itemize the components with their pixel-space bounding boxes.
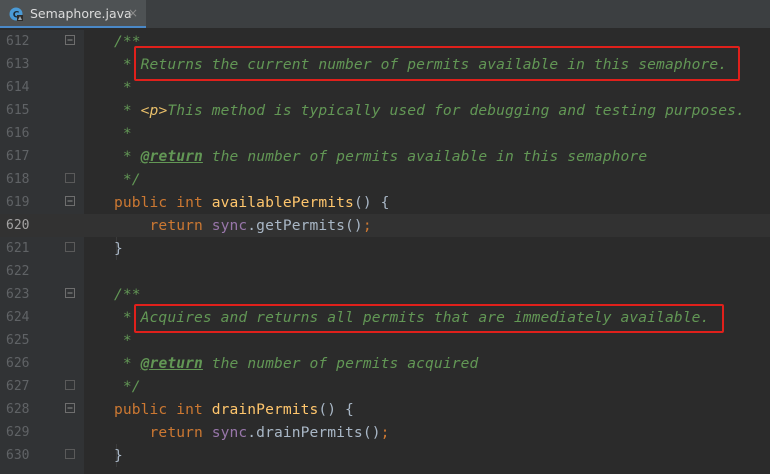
code-text: * @return the number of permits acquired [114, 355, 478, 372]
code-token: public int [114, 401, 212, 418]
code-token: availablePermits [211, 194, 354, 211]
code-token: the number of permits available in this … [202, 148, 648, 165]
line-number: 625 [6, 333, 30, 348]
highlight-box-624 [134, 304, 724, 333]
line-number: 626 [6, 356, 30, 371]
code-text: */ [114, 171, 141, 188]
fold-open-icon[interactable] [65, 35, 75, 45]
code-text: * [114, 79, 132, 96]
code-token: * [114, 125, 132, 142]
fold-open-icon[interactable] [65, 403, 75, 413]
line-number: 619 [6, 195, 30, 210]
code-token: * [114, 355, 141, 372]
code-text: public int drainPermits() { [114, 401, 354, 418]
line-number: 618 [6, 172, 30, 187]
code-token: * [114, 79, 132, 96]
code-text: */ [114, 378, 141, 395]
code-token: @return [140, 148, 203, 165]
fold-open-icon[interactable] [65, 288, 75, 298]
code-text: } [114, 240, 123, 257]
java-class-icon: C [9, 7, 23, 21]
line-number: 622 [6, 264, 30, 279]
code-token: * [114, 148, 141, 165]
code-token: */ [114, 378, 141, 395]
code-token: .drainPermits() [247, 424, 381, 441]
line-number: 616 [6, 126, 30, 141]
code-token: sync [211, 424, 248, 441]
code-line[interactable]: 621} [0, 237, 770, 260]
code-token: sync [211, 217, 248, 234]
close-icon[interactable]: × [128, 6, 138, 20]
line-number: 624 [6, 310, 30, 325]
fold-open-icon[interactable] [65, 196, 75, 206]
highlight-box-613 [134, 46, 740, 81]
line-number: 629 [6, 425, 30, 440]
code-token: ; [380, 424, 390, 441]
code-line[interactable]: 623 /** [0, 283, 770, 306]
code-token: drainPermits [211, 401, 319, 418]
code-line[interactable]: 628 public int drainPermits() { [0, 398, 770, 421]
code-text: } [114, 447, 123, 464]
line-number: 614 [6, 80, 30, 95]
code-token: * [114, 102, 141, 119]
code-text: return sync.drainPermits(); [114, 424, 390, 441]
code-token: */ [114, 171, 141, 188]
fold-end-icon[interactable] [65, 242, 75, 252]
line-number: 630 [6, 448, 30, 463]
code-token: () { [318, 401, 354, 418]
code-line[interactable]: 630} [0, 444, 770, 467]
line-number: 627 [6, 379, 30, 394]
code-text: * <p>This method is typically used for d… [114, 102, 745, 119]
code-token: public int [114, 194, 212, 211]
code-line[interactable]: 617 * @return the number of permits avai… [0, 145, 770, 168]
editor-tab-bar: C Semaphore.java × [0, 0, 770, 28]
code-line[interactable]: 618 */ [0, 168, 770, 191]
fold-end-icon[interactable] [65, 380, 75, 390]
code-line[interactable]: 619 public int availablePermits() { [0, 191, 770, 214]
tab-semaphore-java[interactable]: C Semaphore.java × [0, 0, 146, 28]
code-editor[interactable]: 612/** 613 * Returns the current number o… [0, 30, 770, 474]
fold-end-icon[interactable] [65, 449, 75, 459]
code-line[interactable]: 616 * [0, 122, 770, 145]
code-token: () { [353, 194, 390, 211]
code-token: * [114, 332, 132, 349]
line-number: 613 [6, 57, 30, 72]
code-token: } [114, 447, 123, 464]
code-token: return [114, 424, 212, 441]
active-tab-indicator [0, 26, 146, 28]
code-text: * @return the number of permits availabl… [114, 148, 647, 165]
line-number: 615 [6, 103, 30, 118]
line-number: 623 [6, 287, 30, 302]
tab-label: Semaphore.java [30, 6, 132, 21]
code-token: the number of permits acquired [202, 355, 479, 372]
code-line[interactable]: 629 return sync.drainPermits(); [0, 421, 770, 444]
line-number: 628 [6, 402, 30, 417]
code-token: @return [140, 355, 203, 372]
line-number: 621 [6, 241, 30, 256]
line-number: 620 [6, 218, 30, 233]
code-text: return sync.getPermits(); [114, 217, 372, 234]
code-line[interactable]: 627 */ [0, 375, 770, 398]
code-line[interactable]: 626 * @return the number of permits acqu… [0, 352, 770, 375]
code-token: /** [114, 286, 141, 303]
code-token: return [114, 217, 212, 234]
code-text: * [114, 125, 132, 142]
code-line[interactable]: 620 return sync.getPermits(); [0, 214, 770, 237]
code-token: } [114, 240, 123, 257]
line-number: 612 [6, 34, 30, 49]
code-text: public int availablePermits() { [114, 194, 389, 211]
code-line[interactable]: 622 [0, 260, 770, 283]
code-token: .getPermits() [247, 217, 363, 234]
code-text: * [114, 332, 132, 349]
code-text: /** [114, 286, 141, 303]
code-line[interactable]: 615 * <p>This method is typically used f… [0, 99, 770, 122]
code-token: ; [362, 217, 372, 234]
line-number: 617 [6, 149, 30, 164]
fold-end-icon[interactable] [65, 173, 75, 183]
code-token: <p> [140, 102, 168, 119]
code-token: This method is typically used for debugg… [167, 102, 745, 119]
